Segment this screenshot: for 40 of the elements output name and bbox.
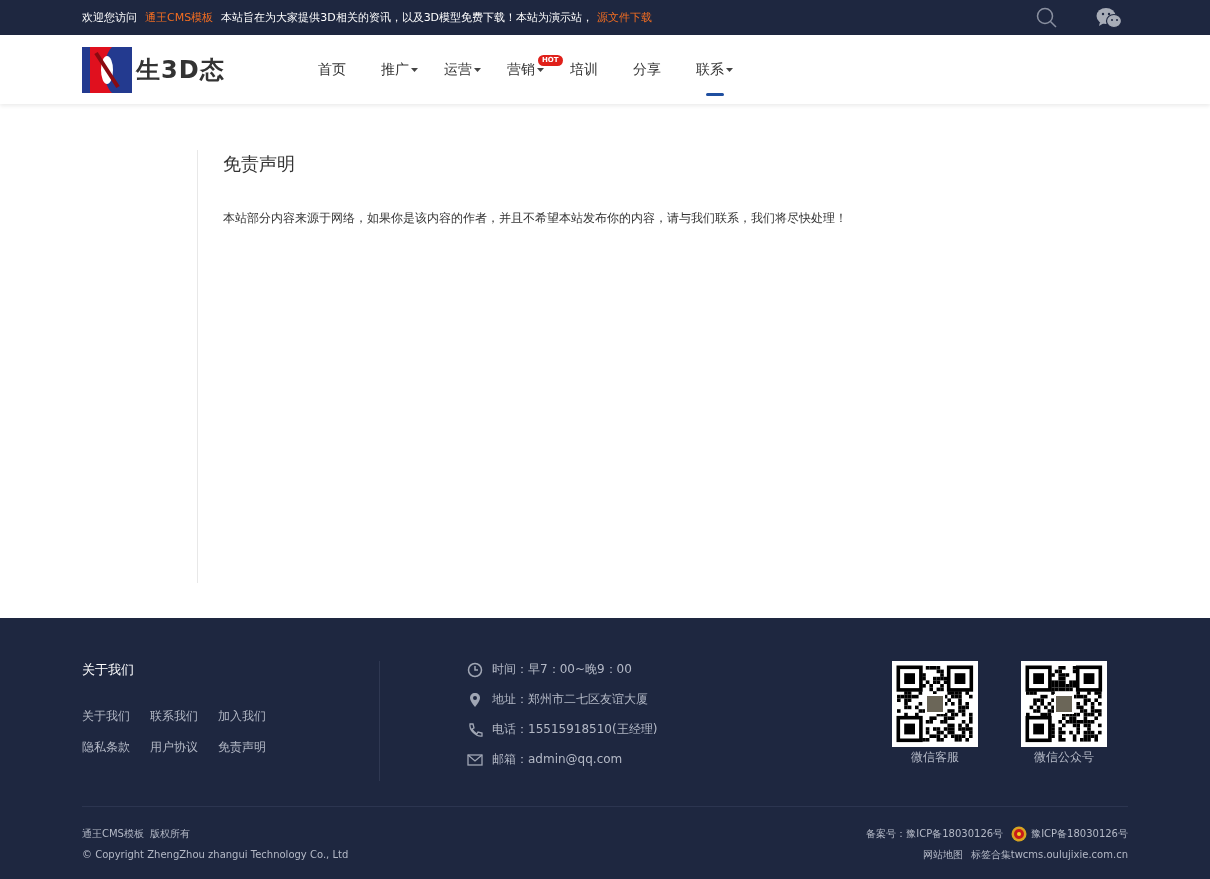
nav-link[interactable]: 联系: [696, 35, 733, 104]
nav-link[interactable]: 运营: [444, 35, 481, 104]
site-link[interactable]: 通王CMS模板: [145, 10, 214, 25]
nav-link[interactable]: 首页: [318, 35, 346, 104]
contact-info: 电话：15515918510(王经理): [492, 721, 658, 738]
nav-link[interactable]: 分享: [633, 35, 661, 104]
footer-heading: 关于我们: [82, 661, 135, 679]
footer-link[interactable]: 联系我们: [150, 708, 198, 725]
footer-link[interactable]: 隐私条款: [82, 739, 130, 756]
nav-link[interactable]: 推广: [381, 35, 418, 104]
footer-link[interactable]: 用户协议: [150, 739, 198, 756]
logo-icon: [82, 46, 132, 93]
footer-link[interactable]: 免责声明: [218, 739, 266, 756]
phone-icon: [467, 721, 483, 738]
police-icp-link[interactable]: 豫ICP备18030126号: [1031, 823, 1128, 844]
qr-caption: 微信公众号: [1034, 749, 1094, 766]
footer-bottom-link[interactable]: 网站地图: [922, 844, 963, 865]
download-link[interactable]: 源文件下载: [597, 10, 653, 25]
contact-info: 邮箱：admin@qq.com: [492, 751, 623, 768]
copyright-text: 通王CMS模板 版权所有: [82, 827, 192, 841]
contact-info: 地址：郑州市二七区友谊大厦: [492, 691, 648, 708]
copyright-english: © Copyright ZhengZhou zhangui Technology Co., Ltd: [82, 848, 349, 862]
nav-link[interactable]: 培训: [570, 35, 598, 104]
article-body: 本站部分内容来源于网络，如果你是该内容的作者，并且不希望本站发布你的内容，请与我们联系，我们将尽快处理！: [223, 210, 848, 227]
location-pin-icon: [467, 691, 483, 708]
icp-number: 备案号：豫ICP备18030126号: [866, 827, 1004, 841]
police-badge-icon: [1011, 825, 1028, 842]
wechat-icon[interactable]: [1096, 6, 1122, 29]
search-icon[interactable]: [1036, 6, 1058, 29]
footer-bottom-link[interactable]: 标签合集twcms.oulujixie.com.cn: [970, 844, 1128, 865]
footer-link[interactable]: 关于我们: [82, 708, 130, 725]
footer-link[interactable]: 加入我们: [218, 708, 266, 725]
welcome-text: 欢迎您访问: [82, 10, 137, 25]
clock-icon: [467, 661, 483, 678]
qr-caption: 微信客服: [911, 749, 959, 766]
mail-icon: [467, 751, 483, 768]
logo-text: 生3D态: [136, 54, 225, 86]
article-title: 免责声明: [223, 152, 296, 176]
notice-text: 本站旨在为大家提供3D相关的资讯，以及3D模型免费下载！本站为演示站，: [221, 10, 594, 25]
contact-info: 时间：早7：00~晚9：00: [492, 661, 632, 678]
